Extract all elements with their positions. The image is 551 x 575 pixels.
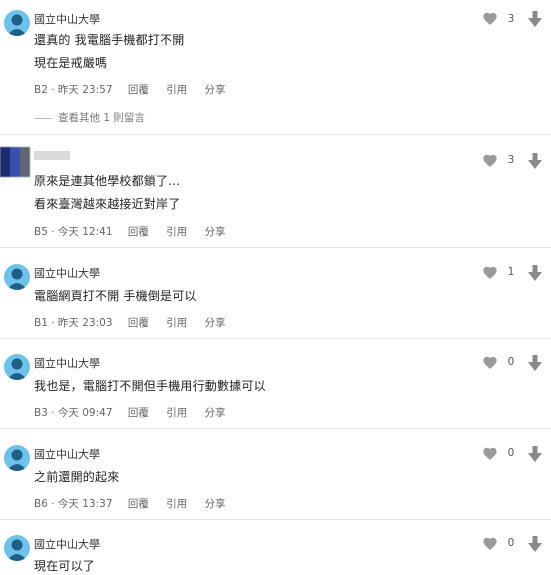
- reply-button[interactable]: 回覆: [128, 407, 149, 419]
- heart-icon[interactable]: [482, 446, 498, 462]
- author-name[interactable]: 國立中山大學: [34, 265, 100, 281]
- avatar[interactable]: [0, 147, 30, 177]
- floor-number: B6: [34, 498, 48, 510]
- like-count: 0: [507, 537, 515, 549]
- like-count: 3: [507, 13, 515, 25]
- reply-button[interactable]: 回覆: [128, 498, 149, 510]
- heart-icon[interactable]: [482, 355, 498, 371]
- comment-text: 現在可以了: [34, 559, 96, 573]
- like-count: 3: [507, 154, 515, 166]
- timestamp: 今天 13:37: [57, 498, 113, 510]
- heart-icon[interactable]: [482, 153, 498, 169]
- divider: [0, 338, 551, 339]
- reply-button[interactable]: 回覆: [128, 317, 149, 329]
- heart-icon[interactable]: [482, 265, 498, 281]
- avatar[interactable]: [4, 354, 30, 380]
- heart-icon[interactable]: [482, 536, 498, 552]
- share-button[interactable]: 分享: [205, 84, 226, 96]
- floor-number: B2: [34, 84, 48, 96]
- heart-icon[interactable]: [482, 11, 498, 27]
- comment-meta: B5 · 今天 12:41 回覆 引用 分享: [34, 224, 240, 239]
- arrow-down-icon[interactable]: [528, 446, 542, 462]
- arrow-down-icon[interactable]: [528, 355, 542, 371]
- share-button[interactable]: 分享: [205, 498, 226, 510]
- arrow-down-icon[interactable]: [528, 11, 542, 27]
- like-count: 0: [507, 356, 515, 368]
- author-name[interactable]: [34, 151, 70, 160]
- reply-button[interactable]: 回覆: [128, 84, 149, 96]
- comment-text: 我也是，電腦打不開但手機用行動數據可以: [34, 379, 266, 393]
- divider-dash: [34, 117, 52, 119]
- arrow-down-icon[interactable]: [528, 536, 542, 552]
- timestamp: 今天 12:41: [57, 226, 113, 238]
- author-name[interactable]: 國立中山大學: [34, 11, 100, 27]
- author-name[interactable]: 國立中山大學: [34, 446, 100, 462]
- comment-item: 國立中山大學 我也是，電腦打不開但手機用行動數據可以 B3 · 今天 09:47…: [0, 352, 551, 432]
- comment-text: 看來臺灣越來越接近對岸了: [34, 197, 181, 211]
- divider: [0, 519, 551, 520]
- divider: [0, 134, 551, 135]
- comment-item: 國立中山大學 電腦網頁打不開 手機倒是可以 B1 · 昨天 23:03 回覆 引…: [0, 262, 551, 342]
- comment-text: 電腦網頁打不開 手機倒是可以: [34, 289, 197, 303]
- floor-number: B5: [34, 226, 48, 238]
- comment-meta: B6 · 今天 13:37 回覆 引用 分享: [34, 496, 240, 511]
- avatar[interactable]: [4, 264, 30, 290]
- arrow-down-icon[interactable]: [528, 153, 542, 169]
- more-replies-link[interactable]: 查看其他 1 則留言: [34, 110, 145, 125]
- avatar[interactable]: [4, 445, 30, 471]
- share-button[interactable]: 分享: [205, 317, 226, 329]
- comment-meta: B2 · 昨天 23:57 回覆 引用 分享: [34, 82, 240, 97]
- floor-time: B3 · 今天 09:47: [34, 407, 113, 419]
- share-button[interactable]: 分享: [205, 407, 226, 419]
- timestamp: 今天 09:47: [57, 407, 113, 419]
- reply-button[interactable]: 回覆: [128, 226, 149, 238]
- timestamp: 昨天 23:03: [57, 317, 113, 329]
- author-name[interactable]: 國立中山大學: [34, 355, 100, 371]
- avatar[interactable]: [4, 535, 30, 561]
- more-replies-label: 查看其他 1 則留言: [58, 112, 145, 124]
- like-count: 0: [507, 447, 515, 459]
- author-name[interactable]: 國立中山大學: [34, 536, 100, 552]
- share-button[interactable]: 分享: [205, 226, 226, 238]
- comment-item: 國立中山大學 之前還開的起來 B6 · 今天 13:37 回覆 引用 分享 0: [0, 443, 551, 523]
- comment-text: 還真的 我電腦手機都打不開: [34, 33, 185, 47]
- quote-button[interactable]: 引用: [166, 84, 187, 96]
- floor-time: B6 · 今天 13:37: [34, 498, 113, 510]
- floor-time: B2 · 昨天 23:57: [34, 84, 113, 96]
- comment-text: 之前還開的起來: [34, 470, 120, 484]
- timestamp: 昨天 23:57: [57, 84, 113, 96]
- comment-item: 國立中山大學 還真的 我電腦手機都打不開 現在是戒嚴嗎 B2 · 昨天 23:5…: [0, 8, 551, 128]
- floor-number: B1: [34, 317, 48, 329]
- comment-item: 國立中山大學 現在可以了 0: [0, 533, 551, 575]
- floor-number: B3: [34, 407, 48, 419]
- floor-time: B5 · 今天 12:41: [34, 226, 113, 238]
- quote-button[interactable]: 引用: [166, 407, 187, 419]
- divider: [0, 428, 551, 429]
- comment-meta: B1 · 昨天 23:03 回覆 引用 分享: [34, 315, 240, 330]
- quote-button[interactable]: 引用: [166, 498, 187, 510]
- comment-text: 原來是連其他學校都鎖了...: [34, 174, 181, 188]
- quote-button[interactable]: 引用: [166, 226, 187, 238]
- floor-time: B1 · 昨天 23:03: [34, 317, 113, 329]
- quote-button[interactable]: 引用: [166, 317, 187, 329]
- avatar[interactable]: [4, 10, 30, 36]
- arrow-down-icon[interactable]: [528, 265, 542, 281]
- divider: [0, 247, 551, 248]
- comment-text: 現在是戒嚴嗎: [34, 56, 108, 70]
- comment-item: 原來是連其他學校都鎖了... 看來臺灣越來越接近對岸了 B5 · 今天 12:4…: [0, 145, 551, 245]
- comment-meta: B3 · 今天 09:47 回覆 引用 分享: [34, 405, 240, 420]
- like-count: 1: [507, 266, 515, 278]
